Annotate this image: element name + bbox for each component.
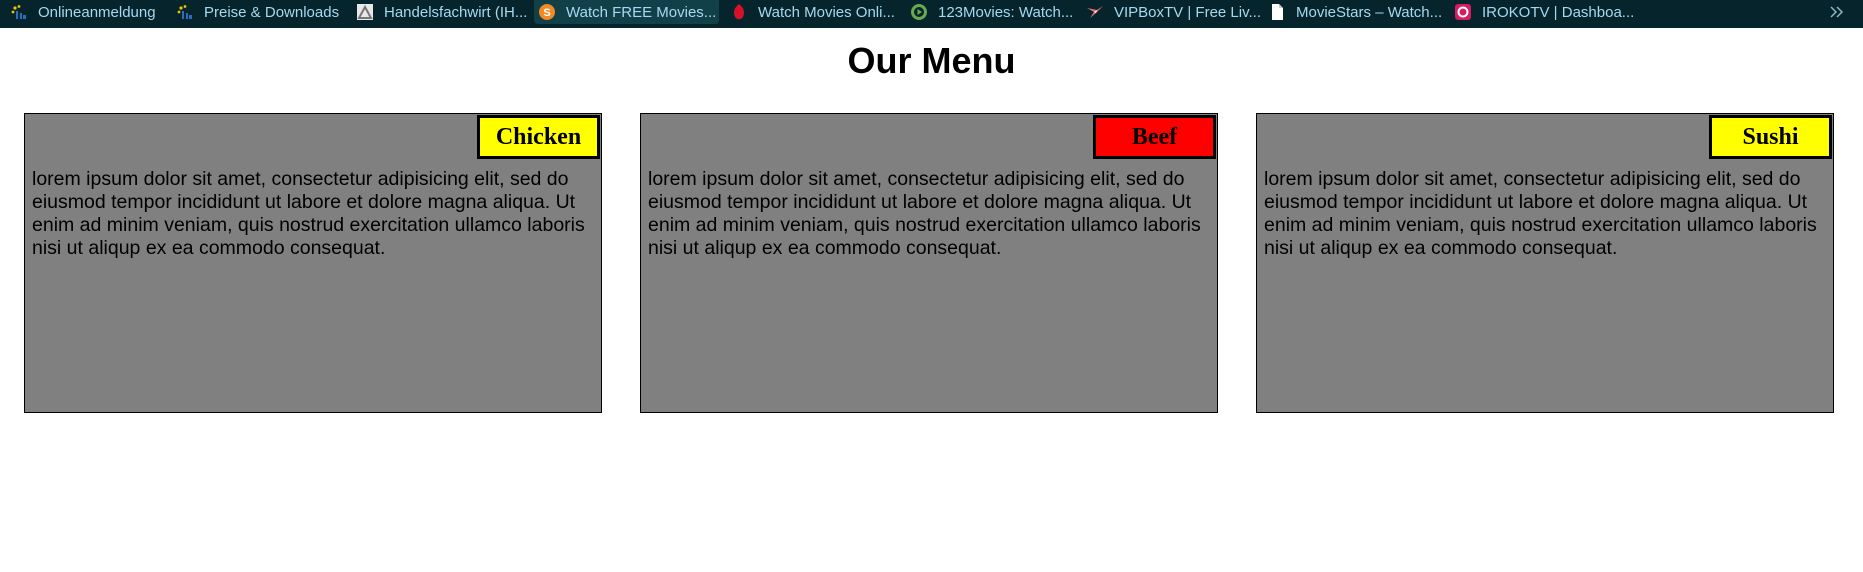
page-title: Our Menu (847, 40, 1016, 81)
menu-item-badge-beef: Beef (1093, 115, 1216, 159)
document-icon (1268, 3, 1286, 21)
bookmark-onlineanmeldung[interactable]: Onlineanmeldung (6, 0, 162, 24)
svg-text:S: S (543, 7, 550, 19)
ihk-logo-icon (176, 3, 194, 21)
menu-cards: Chicken lorem ipsum dolor sit amet, cons… (24, 113, 1836, 413)
menu-card-sushi: Sushi lorem ipsum dolor sit amet, consec… (1256, 113, 1834, 413)
red-drop-icon (730, 3, 748, 21)
iroko-logo-icon (1454, 3, 1472, 21)
menu-item-badge-chicken: Chicken (477, 115, 600, 159)
menu-item-description: lorem ipsum dolor sit amet, consectetur … (32, 168, 585, 259)
bookmark-123movies[interactable]: 123Movies: Watch... (906, 0, 1079, 24)
bookmark-vipboxtv[interactable]: VIPBoxTV | Free Liv... (1082, 0, 1267, 24)
bookmark-label: Handelsfachwirt (IH... (384, 3, 528, 21)
bookmark-moviestars[interactable]: MovieStars – Watch... (1264, 0, 1448, 24)
menu-item-description: lorem ipsum dolor sit amet, consectetur … (1264, 168, 1817, 259)
bookmark-label: Watch Movies Onli... (758, 3, 895, 21)
bookmark-watch-free-movies[interactable]: S Watch FREE Movies... (534, 0, 719, 24)
menu-card-beef: Beef lorem ipsum dolor sit amet, consect… (640, 113, 1218, 413)
bookmarks-bar: Onlineanmeldung Preise & Downloads Hande… (0, 0, 1863, 28)
building-logo-icon (356, 3, 374, 21)
bookmark-label: Onlineanmeldung (38, 3, 156, 21)
ihk-logo-icon (10, 3, 28, 21)
s-logo-icon: S (538, 3, 556, 21)
menu-item-badge-sushi: Sushi (1709, 115, 1832, 159)
bookmark-preise-downloads[interactable]: Preise & Downloads (172, 0, 345, 24)
bookmark-handelsfachwirt[interactable]: Handelsfachwirt (IH... (352, 0, 533, 24)
bookmark-label: Preise & Downloads (204, 3, 340, 21)
bookmark-label: MovieStars – Watch... (1296, 3, 1443, 21)
menu-card-chicken: Chicken lorem ipsum dolor sit amet, cons… (24, 113, 602, 413)
bookmark-irokotv[interactable]: IROKOTV | Dashboa... (1450, 0, 1640, 24)
play-circle-icon (910, 3, 928, 21)
bookmark-label: VIPBoxTV | Free Liv... (1114, 3, 1261, 21)
bookmark-label: 123Movies: Watch... (938, 3, 1074, 21)
bird-logo-icon (1086, 3, 1104, 21)
double-chevron-right-icon[interactable] (1829, 0, 1845, 24)
bookmark-label: Watch FREE Movies... (566, 3, 717, 21)
bookmark-label: IROKOTV | Dashboa... (1482, 3, 1635, 21)
menu-item-description: lorem ipsum dolor sit amet, consectetur … (648, 168, 1201, 259)
bookmark-watch-movies-online[interactable]: Watch Movies Onli... (726, 0, 901, 24)
